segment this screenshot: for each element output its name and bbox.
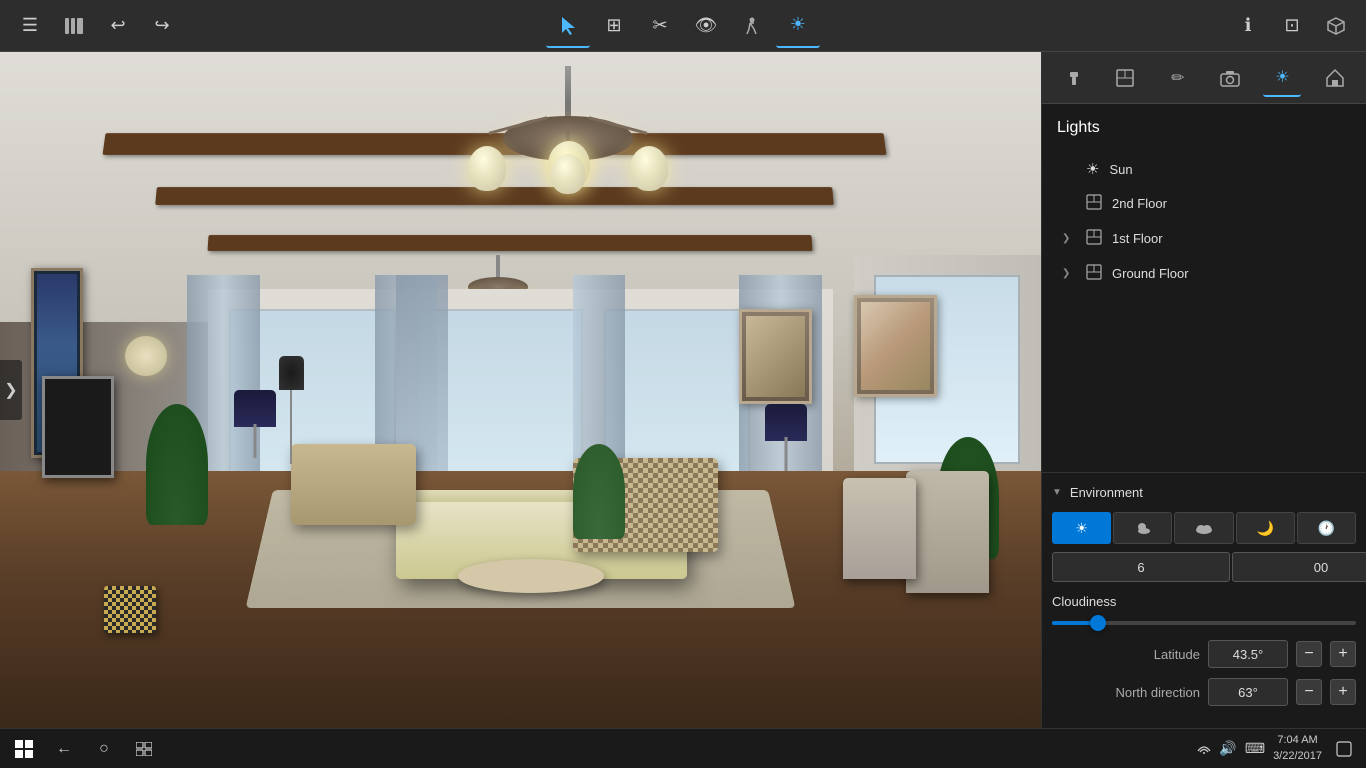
taskbar-system-icons: 🔊 ⌨ bbox=[1197, 740, 1265, 757]
1st-floor-icon bbox=[1086, 229, 1102, 248]
painting-1 bbox=[739, 309, 812, 404]
slider-thumb[interactable] bbox=[1090, 615, 1106, 631]
keyboard-icon[interactable]: ⌨ bbox=[1245, 740, 1265, 757]
objects-tool-icon[interactable]: ⊞ bbox=[592, 4, 636, 48]
sun-label: Sun bbox=[1109, 162, 1346, 177]
top-toolbar: ☰ ↩ ↪ ⊞ ✂ 👁 ☀ ℹ ⊡ bbox=[0, 0, 1366, 52]
ground-floor-label: Ground Floor bbox=[1112, 266, 1346, 281]
hamburger-menu-icon[interactable]: ☰ bbox=[8, 4, 52, 48]
house-tool-icon[interactable] bbox=[1316, 59, 1354, 97]
plant-2 bbox=[573, 444, 625, 539]
lights-panel: Lights ☀ Sun 2nd Floor bbox=[1042, 104, 1366, 472]
scissors-tool-icon[interactable]: ✂ bbox=[638, 4, 682, 48]
time-hour-input[interactable] bbox=[1052, 552, 1230, 582]
sun-icon: ☀ bbox=[1086, 160, 1099, 178]
2nd-floor-label: 2nd Floor bbox=[1112, 196, 1346, 211]
sun-light-item[interactable]: ☀ Sun bbox=[1052, 152, 1356, 186]
clear-sky-button[interactable]: ☀ bbox=[1052, 512, 1111, 544]
library-icon[interactable] bbox=[52, 4, 96, 48]
environment-header[interactable]: ▼ Environment bbox=[1052, 485, 1356, 500]
room-scene bbox=[0, 52, 1041, 728]
north-direction-input[interactable] bbox=[1208, 678, 1288, 706]
clock-button[interactable]: 🕐 bbox=[1297, 512, 1356, 544]
chevron-left-icon: ❯ bbox=[4, 380, 17, 400]
cloudy-button[interactable] bbox=[1174, 512, 1233, 544]
cloudiness-label: Cloudiness bbox=[1052, 594, 1356, 609]
1st-floor-chevron-icon[interactable]: ❯ bbox=[1062, 233, 1076, 244]
nav-arrow-left[interactable]: ❯ bbox=[0, 360, 22, 420]
taskbar-clock[interactable]: 7:04 AM 3/22/2017 bbox=[1273, 733, 1322, 764]
cloudiness-slider[interactable] bbox=[1052, 621, 1356, 625]
network-icon[interactable] bbox=[1197, 741, 1211, 757]
1st-floor-label: 1st Floor bbox=[1112, 231, 1346, 246]
info-icon[interactable]: ℹ bbox=[1226, 4, 1270, 48]
ground-floor-chevron-icon[interactable]: ❯ bbox=[1062, 268, 1076, 279]
side-toolbar: ✏ ☀ bbox=[1042, 52, 1366, 104]
coffee-table bbox=[458, 559, 604, 593]
night-button[interactable]: 🌙 bbox=[1236, 512, 1295, 544]
time-mode-buttons: ☀ 🌙 🕐 bbox=[1052, 512, 1356, 544]
side-panel: ✏ ☀ Lights ☀ bbox=[1041, 52, 1366, 728]
latitude-input[interactable] bbox=[1208, 640, 1288, 668]
tv bbox=[42, 376, 115, 477]
partly-cloudy-button[interactable] bbox=[1113, 512, 1172, 544]
floor-plan-tool-icon[interactable] bbox=[1106, 59, 1144, 97]
back-button[interactable]: ← bbox=[48, 733, 80, 765]
taskbar-time-value: 7:04 AM bbox=[1273, 733, 1322, 748]
pencil-tool-icon[interactable]: ✏ bbox=[1159, 59, 1197, 97]
cube-icon[interactable] bbox=[1314, 4, 1358, 48]
environment-title: Environment bbox=[1070, 485, 1143, 500]
3d-viewport[interactable]: ❯ bbox=[0, 52, 1041, 728]
select-tool-icon[interactable] bbox=[546, 4, 590, 48]
time-inputs bbox=[1052, 552, 1356, 582]
ground-floor-light-item[interactable]: ❯ Ground Floor bbox=[1052, 256, 1356, 291]
sun-main-icon[interactable]: ☀ bbox=[776, 4, 820, 48]
table-lamp-1 bbox=[229, 390, 281, 458]
dining-chair-2 bbox=[843, 478, 916, 579]
camera-tool-icon[interactable] bbox=[1211, 59, 1249, 97]
environment-chevron-icon: ▼ bbox=[1052, 487, 1062, 498]
walk-tool-icon[interactable] bbox=[730, 4, 774, 48]
dining-chair-1 bbox=[906, 471, 989, 593]
redo-icon[interactable]: ↪ bbox=[140, 4, 184, 48]
taskbar: ← ○ 🔊 ⌨ 7:04 AM 3/22/2017 bbox=[0, 728, 1366, 768]
taskbar-date-value: 3/22/2017 bbox=[1273, 749, 1322, 764]
main-content: ❯ ✏ bbox=[0, 52, 1366, 728]
latitude-increase-button[interactable]: + bbox=[1330, 641, 1356, 667]
latitude-decrease-button[interactable]: − bbox=[1296, 641, 1322, 667]
north-direction-label: North direction bbox=[1052, 685, 1200, 700]
wall-lamp bbox=[125, 336, 167, 377]
latitude-label: Latitude bbox=[1052, 647, 1200, 662]
ceiling-beam-2 bbox=[155, 187, 833, 205]
north-direction-row: North direction − + bbox=[1052, 678, 1356, 706]
ceiling-beam-3 bbox=[208, 235, 813, 251]
time-minute-input[interactable] bbox=[1232, 552, 1366, 582]
environment-section: ▼ Environment ☀ bbox=[1042, 472, 1366, 728]
painting-2 bbox=[854, 295, 937, 396]
decorative-pot bbox=[104, 586, 156, 633]
start-button[interactable] bbox=[8, 733, 40, 765]
home-button[interactable]: ○ bbox=[88, 733, 120, 765]
eye-tool-icon[interactable]: 👁 bbox=[684, 4, 728, 48]
latitude-row: Latitude − + bbox=[1052, 640, 1356, 668]
lighting-tool-icon[interactable]: ☀ bbox=[1263, 59, 1301, 97]
view-mode-icon[interactable]: ⊡ bbox=[1270, 4, 1314, 48]
slider-track bbox=[1052, 621, 1356, 625]
task-view-button[interactable] bbox=[128, 733, 160, 765]
table-lamp-2 bbox=[760, 404, 812, 472]
ground-floor-icon bbox=[1086, 264, 1102, 283]
north-decrease-button[interactable]: − bbox=[1296, 679, 1322, 705]
plant-1 bbox=[146, 404, 208, 526]
lights-title: Lights bbox=[1052, 119, 1356, 137]
hammer-tool-icon[interactable] bbox=[1054, 59, 1092, 97]
undo-icon[interactable]: ↩ bbox=[96, 4, 140, 48]
notification-button[interactable] bbox=[1330, 735, 1358, 763]
north-increase-button[interactable]: + bbox=[1330, 679, 1356, 705]
2nd-floor-light-item[interactable]: 2nd Floor bbox=[1052, 186, 1356, 221]
volume-icon[interactable]: 🔊 bbox=[1219, 740, 1236, 757]
2nd-floor-icon bbox=[1086, 194, 1102, 213]
1st-floor-light-item[interactable]: ❯ 1st Floor bbox=[1052, 221, 1356, 256]
